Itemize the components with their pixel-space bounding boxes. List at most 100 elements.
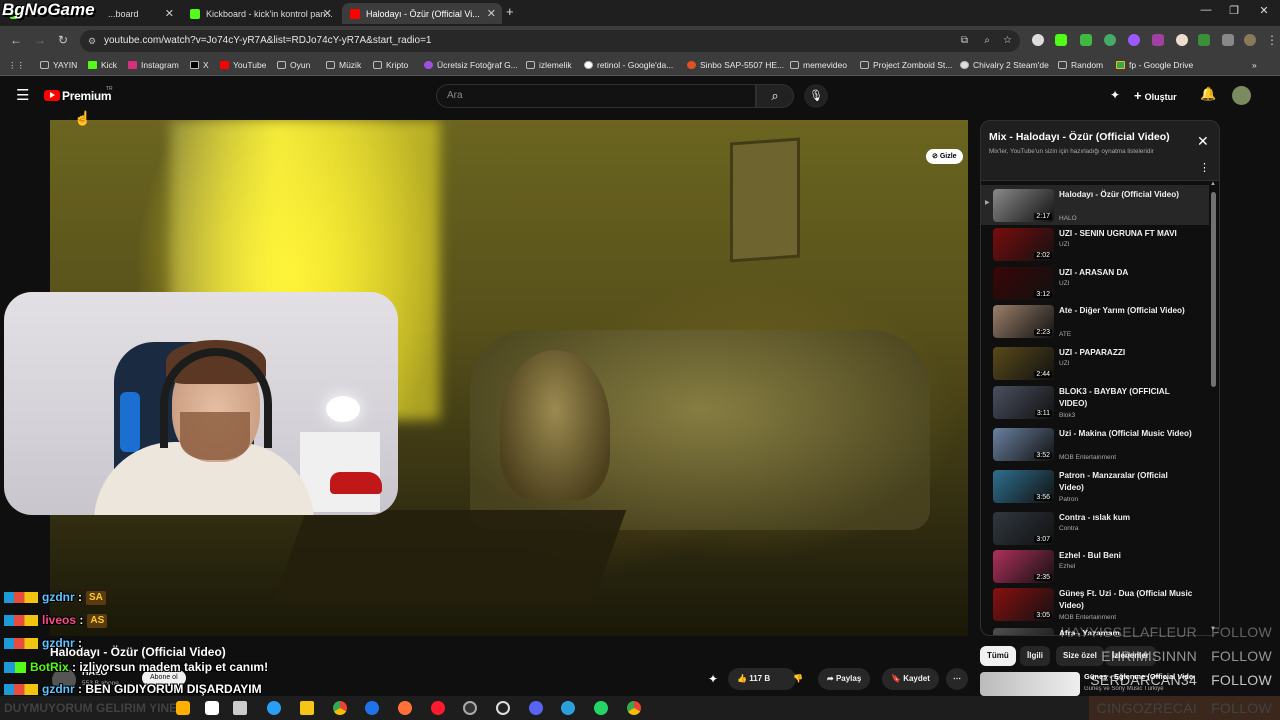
- bookmark-x[interactable]: X: [190, 60, 209, 70]
- extensions-puzzle-icon[interactable]: [1222, 34, 1234, 46]
- playlist-thumbnail[interactable]: [993, 628, 1054, 635]
- telegram-icon[interactable]: [561, 701, 575, 715]
- whatsapp-icon[interactable]: [594, 701, 608, 715]
- search-button[interactable]: ⌕: [756, 84, 794, 108]
- more-actions-button[interactable]: ⋯: [946, 668, 968, 690]
- taskbar-app-icon[interactable]: [463, 701, 477, 715]
- reload-icon[interactable]: ↻: [58, 33, 68, 47]
- bookmark-kripto[interactable]: Kripto: [373, 60, 408, 70]
- extension-icon[interactable]: [1128, 34, 1140, 46]
- bookmark-yayin[interactable]: YAYIN: [40, 60, 77, 70]
- playlist-thumbnail[interactable]: 3:56: [993, 470, 1054, 503]
- menu-icon[interactable]: ☰: [16, 86, 29, 104]
- playlist-thumbnail[interactable]: 2:44: [993, 347, 1054, 380]
- site-info-icon[interactable]: ⚙: [88, 30, 96, 52]
- playlist-thumbnail[interactable]: 3:52: [993, 428, 1054, 461]
- bookmark-chivalry[interactable]: Chivalry 2 Steam'de: [960, 60, 1049, 70]
- save-button[interactable]: 🔖 Kaydet: [882, 668, 939, 690]
- minimize-icon[interactable]: —: [1196, 4, 1216, 16]
- playlist-item[interactable]: 3:12 UZI - ARASAN DA UZI: [981, 263, 1209, 303]
- kick-extension-icon[interactable]: ✦: [1110, 88, 1120, 102]
- close-window-icon[interactable]: ✕: [1254, 4, 1274, 17]
- playlist-scrollbar[interactable]: [1211, 192, 1216, 387]
- extension-icon[interactable]: [1032, 34, 1044, 46]
- playlist-item[interactable]: 3:07 Contra - ıslak kum Contra: [981, 508, 1209, 548]
- playlist-item[interactable]: 2:35 Ezhel - Bul Beni Ezhel: [981, 546, 1209, 586]
- opera-icon[interactable]: [431, 701, 445, 715]
- extension-icon[interactable]: [1198, 34, 1210, 46]
- scroll-up-icon[interactable]: ▲: [1210, 181, 1216, 187]
- chrome-icon[interactable]: [333, 701, 347, 715]
- new-tab-button[interactable]: +: [506, 4, 514, 19]
- back-icon[interactable]: ←: [10, 33, 22, 47]
- bookmark-oyun[interactable]: Oyun: [277, 60, 310, 70]
- bookmark-izlemelik[interactable]: izlemelik: [526, 60, 572, 70]
- taskbar-app-icon[interactable]: [267, 701, 281, 715]
- hide-button[interactable]: ⊘ Gizle: [926, 149, 963, 164]
- mic-icon[interactable]: 🎙: [804, 84, 828, 108]
- tab-kickboard[interactable]: Kickboard - kick'in kontrol pan... ✕: [182, 3, 338, 24]
- bookmark-random[interactable]: Random: [1058, 60, 1103, 70]
- task-view-icon[interactable]: [233, 701, 247, 715]
- bookmark-youtube[interactable]: YouTube: [220, 60, 266, 70]
- playlist-thumbnail[interactable]: 2:23: [993, 305, 1054, 338]
- playlist-item[interactable]: 3:52 Uzi - Makina (Official Music Video) M…: [981, 424, 1209, 464]
- chip-all[interactable]: Tümü: [980, 646, 1016, 666]
- taskbar-app-icon[interactable]: [205, 701, 219, 715]
- playlist-title[interactable]: Mix - Halodayı - Özür (Official Video): [989, 131, 1189, 143]
- extension-icon[interactable]: [1176, 34, 1188, 46]
- extension-icon[interactable]: [1152, 34, 1164, 46]
- bookmark-zomboid[interactable]: Project Zomboid St...: [860, 60, 952, 70]
- zoom-icon[interactable]: ⌕: [984, 30, 990, 52]
- chip-related[interactable]: İlgili: [1020, 646, 1050, 666]
- dislike-button[interactable]: 👎: [786, 668, 810, 690]
- bookmark-foto[interactable]: Ücretsiz Fotoğraf G...: [424, 60, 518, 70]
- playlist-item[interactable]: 2:23 Ate - Diğer Yarım (Official Video) AT…: [981, 301, 1209, 341]
- firefox-icon[interactable]: [398, 701, 412, 715]
- extension-icon[interactable]: [1055, 34, 1067, 46]
- apps-grid-icon[interactable]: ⋮⋮: [8, 60, 25, 71]
- playlist-thumbnail[interactable]: 3:07: [993, 512, 1054, 545]
- search-input[interactable]: Ara: [436, 84, 756, 108]
- avatar[interactable]: [1232, 86, 1251, 105]
- tab-youtube-active[interactable]: Halodayı - Özür (Official Vi... ✕: [342, 3, 502, 24]
- playlist-thumbnail[interactable]: 2:35: [993, 550, 1054, 583]
- bookmark-memevideo[interactable]: memevideo: [790, 60, 847, 70]
- playlist-item[interactable]: 2:02 UZI - SENIN UGRUNA FT MAVI UZI: [981, 224, 1209, 264]
- playlist-thumbnail[interactable]: 3:11: [993, 386, 1054, 419]
- close-tab-icon[interactable]: ✕: [487, 7, 496, 20]
- close-tab-icon[interactable]: ✕: [323, 7, 332, 20]
- taskbar-app-icon[interactable]: [176, 701, 190, 715]
- taskbar-app-icon[interactable]: [365, 701, 379, 715]
- playlist-menu-icon[interactable]: ⋮: [1199, 161, 1210, 174]
- close-icon[interactable]: ✕: [1197, 133, 1209, 150]
- playlist-item[interactable]: 3:56 Patron - Manzaralar (Official Video)…: [981, 466, 1209, 506]
- bookmark-kick[interactable]: Kick: [88, 60, 117, 70]
- extension-icon[interactable]: [1080, 34, 1092, 46]
- bookmarks-more-icon[interactable]: »: [1252, 60, 1257, 70]
- playlist-thumbnail[interactable]: 3:05: [993, 588, 1054, 621]
- share-button[interactable]: ➦ Paylaş: [818, 668, 871, 690]
- restore-icon[interactable]: ❐: [1224, 4, 1244, 17]
- taskbar-app-icon[interactable]: [496, 701, 510, 715]
- extension-icon[interactable]: [1104, 34, 1116, 46]
- chip-for-you[interactable]: Size özel: [1056, 646, 1104, 666]
- bell-icon[interactable]: 🔔: [1200, 86, 1216, 102]
- close-tab-icon[interactable]: ✕: [165, 7, 174, 20]
- playlist-item[interactable]: 2:44 UZI - PAPARAZZI UZI: [981, 343, 1209, 383]
- forward-icon[interactable]: →: [34, 33, 46, 47]
- playlist-thumbnail[interactable]: 3:12: [993, 267, 1054, 300]
- bookmark-instagram[interactable]: Instagram: [128, 60, 179, 70]
- kick-extension-icon[interactable]: ✦: [708, 672, 718, 686]
- playlist-item[interactable]: 3:11 BLOK3 - BAYBAY (OFFICIAL VIDEO) Blok3: [981, 382, 1209, 422]
- chrome-active-icon[interactable]: [627, 701, 641, 715]
- browser-menu-icon[interactable]: ⋮: [1266, 33, 1278, 47]
- discord-icon[interactable]: [529, 701, 543, 715]
- bookmark-retinol[interactable]: retinol - Google'da...: [584, 60, 673, 70]
- bookmark-muzik[interactable]: Müzik: [326, 60, 361, 70]
- playlist-thumbnail[interactable]: 2:17: [993, 189, 1054, 222]
- install-icon[interactable]: ⧉: [961, 30, 968, 52]
- playlist-thumbnail[interactable]: 2:02: [993, 228, 1054, 261]
- playlist-item[interactable]: ▶ 2:17 Halodayı - Özür (Official Video) HAL…: [981, 185, 1209, 225]
- address-bar[interactable]: ⚙ youtube.com/watch?v=Jo74cY-yR7A&list=R…: [80, 30, 1020, 52]
